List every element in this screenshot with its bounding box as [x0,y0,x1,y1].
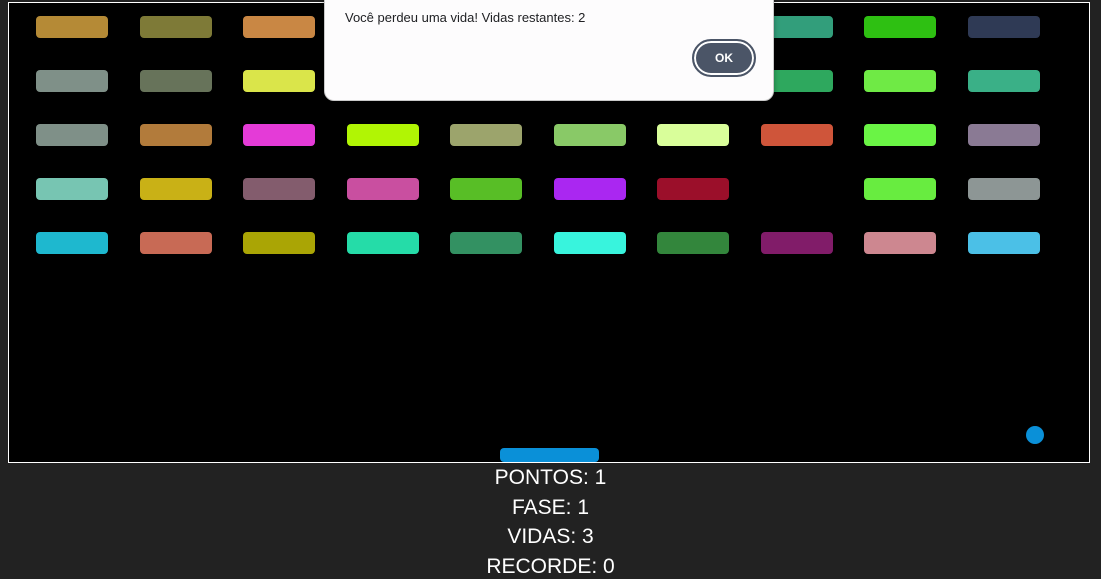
brick [967,70,1040,92]
brick [553,232,626,254]
points-display: PONTOS: 1 [494,466,607,489]
brick [139,178,212,200]
brick [36,16,108,38]
brick [553,124,626,146]
page: PONTOS: 1 FASE: 1 VIDAS: 3 RECORDE: 0 Vo… [0,0,1101,579]
brick [967,124,1040,146]
brick [657,232,729,254]
brick [139,124,212,146]
brick [243,178,315,200]
paddle[interactable] [500,448,599,462]
brick [967,16,1040,38]
ball [1026,426,1044,444]
brick [657,124,729,146]
brick [450,124,522,146]
brick [553,178,626,200]
brick [243,16,315,38]
brick [346,124,419,146]
brick [864,124,936,146]
record-display: RECORDE: 0 [486,554,615,578]
brick [760,232,833,254]
ok-button[interactable]: OK [692,39,756,77]
brick [760,124,833,146]
alert-message: Você perdeu uma vida! Vidas restantes: 2 [345,10,586,25]
brick [36,124,108,146]
brick [243,232,315,254]
brick [243,70,315,92]
brick [139,70,212,92]
brick [139,232,212,254]
lives-display: VIDAS: 3 [507,525,594,548]
brick [139,16,212,38]
score-panel: PONTOS: 1 FASE: 1 VIDAS: 3 RECORDE: 0 [0,463,1101,579]
brick [967,232,1040,254]
brick [36,232,108,254]
brick [36,70,108,92]
brick [864,232,936,254]
brick [967,178,1040,200]
alert-dialog: Você perdeu uma vida! Vidas restantes: 2… [324,0,774,101]
brick [243,124,315,146]
brick [450,232,522,254]
brick [346,178,419,200]
brick [346,232,419,254]
brick [657,178,729,200]
brick [864,178,936,200]
brick [36,178,108,200]
brick [864,70,936,92]
level-display: FASE: 1 [511,495,590,519]
brick [450,178,522,200]
brick [864,16,936,38]
